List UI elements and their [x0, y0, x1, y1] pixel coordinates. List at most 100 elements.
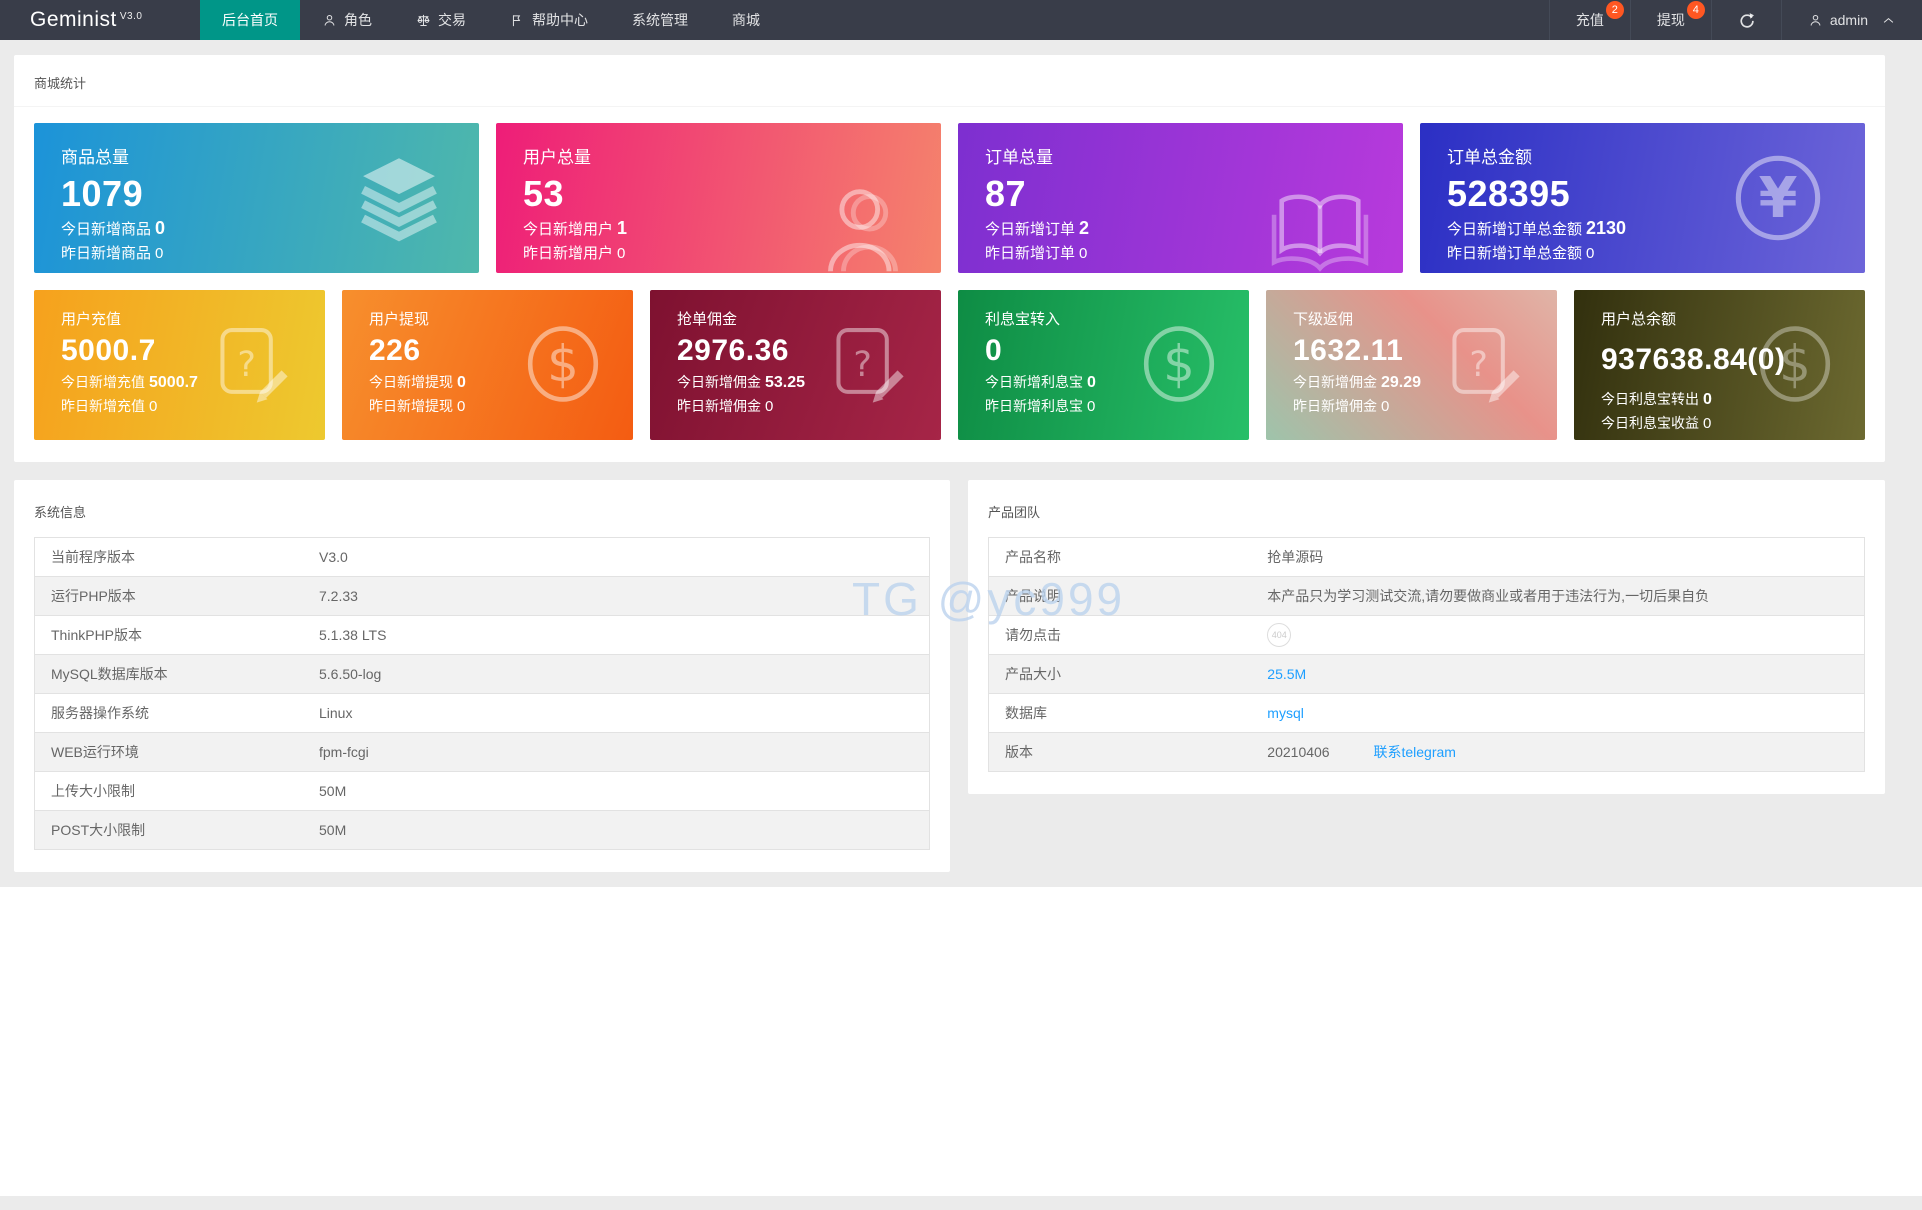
withdraw-button[interactable]: 提现 4 [1629, 0, 1711, 40]
menu-item-transactions[interactable]: 交易 [394, 0, 488, 40]
username: admin [1829, 12, 1868, 28]
navbar-right: 充值 2 提现 4 admin [1548, 0, 1922, 40]
stat-card-interest-in: 利息宝转入 0 今日新增利息宝 0 昨日新增利息宝 0 $ [958, 290, 1249, 440]
menu-label: 系统管理 [632, 12, 688, 28]
table-row: 版本 20210406 联系telegram [988, 732, 1865, 772]
table-row: 服务器操作系统 Linux [34, 694, 930, 733]
card-today-line: 今日利息宝转出 0 [1601, 391, 1712, 408]
card-title: 利息宝转入 [985, 311, 1061, 328]
withdraw-badge: 4 [1686, 1, 1705, 19]
stat-card-user-total-balance: 用户总余额 937638.84(0) 今日利息宝转出 0 今日利息宝收益 0 $ [1574, 290, 1865, 440]
flag-icon [512, 14, 521, 26]
chevron-up-icon [1883, 17, 1894, 23]
table-row: 产品说明 本产品只为学习测试交流,请勿要做商业或者用于违法行为,一切后果自负 [988, 576, 1865, 616]
product-team-panel: 产品团队 产品名称 抢单源码 产品说明 本产品只为学习测试交流,请勿要做商业或者… [968, 480, 1885, 794]
menu-label: 角色 [344, 12, 372, 28]
table-row: 产品名称 抢单源码 [988, 538, 1865, 577]
table-row: 请勿点击 404 [988, 616, 1865, 655]
menu-item-mall[interactable]: 商城 [710, 0, 782, 40]
card-today-line: 今日新增订单总金额 2130 [1447, 218, 1627, 238]
table-row: ThinkPHP版本 5.1.38 LTS [34, 616, 930, 655]
product-team-title: 产品团队 [988, 505, 1041, 520]
card-yesterday-line: 昨日新增提现 0 [369, 398, 466, 415]
product-size-link[interactable]: 25.5M [1267, 666, 1306, 682]
database-link[interactable]: mysql [1267, 705, 1304, 721]
table-row: 产品大小 25.5M [988, 654, 1865, 694]
table-row: 数据库 mysql [988, 694, 1865, 733]
user-menu[interactable]: admin [1780, 0, 1922, 40]
table-row: 运行PHP版本 7.2.33 [34, 576, 930, 616]
card-title: 抢单佣金 [677, 311, 738, 328]
card-value: 528395 [1447, 173, 1571, 214]
recharge-badge: 2 [1605, 1, 1624, 19]
menu-label: 交易 [438, 12, 466, 28]
menu-label: 帮助中心 [532, 12, 588, 28]
card-today-line: 今日新增提现 0 [369, 374, 466, 391]
menu-label: 商城 [732, 12, 760, 28]
brand-name: Geminist [30, 8, 117, 31]
card-title: 订单总量 [985, 148, 1053, 167]
stats-section-title: 商城统计 [14, 55, 1885, 107]
card-value: 226 [369, 334, 421, 367]
menu-item-dashboard[interactable]: 后台首页 [200, 0, 300, 40]
refresh-button[interactable] [1710, 0, 1781, 40]
card-yesterday-line: 昨日新增佣金 0 [677, 398, 774, 415]
stat-card-user-recharge: 用户充值 5000.7 今日新增充值 5000.7 昨日新增充值 0 ? [34, 290, 325, 440]
card-yesterday-line: 昨日新增佣金 0 [1293, 398, 1390, 415]
stat-card-orders-total: 订单总量 87 今日新增订单 2 昨日新增订单 0 [958, 123, 1403, 273]
product-team-table: 产品名称 抢单源码 产品说明 本产品只为学习测试交流,请勿要做商业或者用于违法行… [988, 537, 1865, 772]
card-today-line: 今日新增用户 1 [523, 218, 628, 238]
card-today-line: 今日新增充值 5000.7 [61, 374, 198, 391]
telegram-contact-link[interactable]: 联系telegram [1373, 744, 1455, 760]
card-value: 0 [985, 334, 1003, 367]
mall-stats-panel: 商城统计 商品总量 1079 今日新增商品 0 昨日新增商品 0 用户总量 53… [14, 55, 1885, 462]
card-yesterday-line: 昨日新增用户 0 [523, 245, 626, 262]
recharge-button[interactable]: 充值 2 [1548, 0, 1630, 40]
top-navbar: Geminist V3.0 后台首页 角色 交易 帮助中心 系统管理 商城 充值 … [0, 0, 1922, 40]
brand-version: V3.0 [119, 10, 143, 22]
card-title: 用户总量 [523, 148, 591, 167]
main-menu: 后台首页 角色 交易 帮助中心 系统管理 商城 [200, 0, 782, 40]
menu-item-roles[interactable]: 角色 [300, 0, 394, 40]
card-yesterday-line: 昨日新增订单 0 [985, 245, 1088, 262]
card-yesterday-line: 昨日新增利息宝 0 [985, 398, 1096, 415]
system-info-title: 系统信息 [34, 505, 87, 520]
table-row: 当前程序版本 V3.0 [34, 538, 930, 577]
system-info-table: 当前程序版本 V3.0 运行PHP版本 7.2.33 ThinkPHP版本 5.1.3… [34, 537, 930, 850]
card-title: 商品总量 [61, 148, 129, 167]
person-icon [1810, 14, 1821, 26]
table-row: POST大小限制 50M [34, 810, 930, 850]
version-number: 20210406 [1267, 744, 1330, 760]
menu-item-system-management[interactable]: 系统管理 [610, 0, 710, 40]
stat-cards: 商品总量 1079 今日新增商品 0 昨日新增商品 0 用户总量 53 今日新增用 [14, 107, 1885, 462]
stat-card-order-commission: 抢单佣金 2976.36 今日新增佣金 53.25 昨日新增佣金 0 ? [650, 290, 941, 440]
stat-card-users-total: 用户总量 53 今日新增用户 1 昨日新增用户 0 [496, 123, 941, 273]
withdraw-label: 提现 [1656, 12, 1685, 28]
recharge-label: 充值 [1575, 12, 1604, 28]
card-today-line: 今日新增佣金 29.29 [1293, 374, 1422, 391]
menu-item-help-center[interactable]: 帮助中心 [488, 0, 610, 40]
menu-label: 后台首页 [222, 12, 278, 28]
stat-card-user-withdraw: 用户提现 226 今日新增提现 0 昨日新增提现 0 $ [342, 290, 633, 440]
card-value: 937638.84(0) [1601, 343, 1786, 376]
card-value: 5000.7 [61, 334, 156, 367]
card-title: 用户充值 [61, 311, 122, 328]
card-title: 用户总余额 [1601, 311, 1677, 328]
stat-card-goods-total: 商品总量 1079 今日新增商品 0 昨日新增商品 0 [34, 123, 479, 273]
scales-icon [417, 14, 430, 26]
card-value: 53 [523, 173, 565, 214]
table-row: WEB运行环境 fpm-fcgi [34, 732, 930, 772]
stat-card-order-amount-total: 订单总金额 528395 今日新增订单总金额 2130 昨日新增订单总金额 0 ¥ [1420, 123, 1865, 273]
user-icon [324, 14, 335, 26]
404-badge[interactable]: 404 [1267, 623, 1292, 647]
card-value: 1079 [61, 173, 144, 214]
card-yesterday-line: 今日利息宝收益 0 [1601, 415, 1712, 432]
card-value: 2976.36 [677, 334, 789, 367]
stat-cards-row-2: 用户充值 5000.7 今日新增充值 5000.7 昨日新增充值 0 ? 用户提现 … [34, 290, 1865, 440]
card-yesterday-line: 昨日新增商品 0 [61, 245, 164, 262]
table-row: MySQL数据库版本 5.6.50-log [34, 654, 930, 694]
bottom-gutter [0, 1196, 1922, 1210]
card-today-line: 今日新增利息宝 0 [985, 374, 1096, 391]
brand-logo[interactable]: Geminist V3.0 [0, 0, 200, 40]
card-value: 87 [985, 173, 1027, 214]
